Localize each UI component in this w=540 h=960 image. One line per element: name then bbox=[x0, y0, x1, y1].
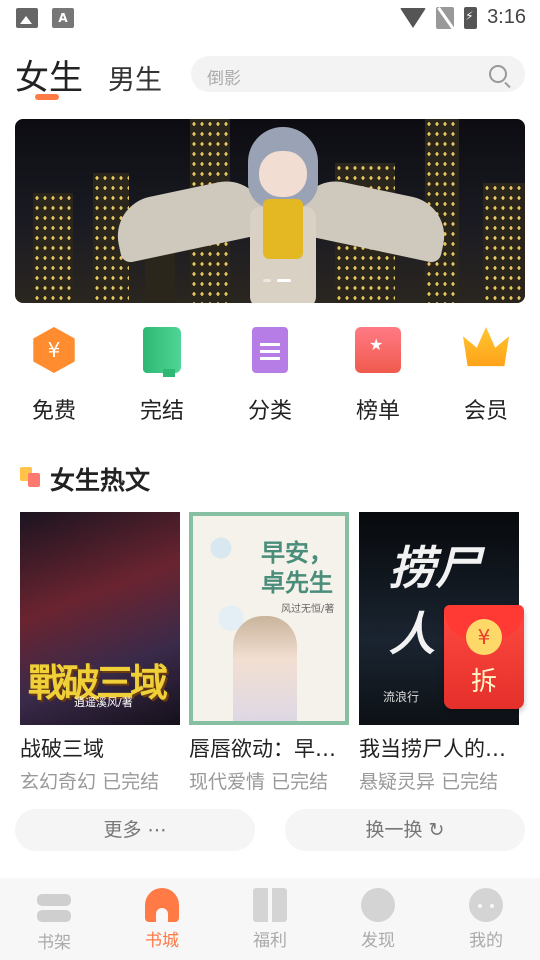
book-meta: 悬疑灵异 已完结 bbox=[359, 771, 499, 793]
category-ranking[interactable]: 榜单 bbox=[324, 322, 432, 425]
book-title[interactable]: 战破三域 bbox=[20, 733, 180, 763]
search-icon[interactable] bbox=[489, 65, 507, 83]
book-cover[interactable]: 早安，卓先生 风过无恒/著 bbox=[189, 512, 349, 725]
yuan-coin-icon: ¥ bbox=[466, 619, 502, 655]
section-title: 女生热文 bbox=[50, 466, 151, 495]
document-list-icon bbox=[252, 327, 288, 373]
book-meta: 现代爱情 已完结 bbox=[189, 771, 329, 793]
book-meta: 玄幻奇幻 已完结 bbox=[20, 771, 160, 793]
discover-icon bbox=[361, 888, 395, 922]
nav-discover[interactable]: 发现 bbox=[324, 888, 432, 951]
promo-banner[interactable] bbox=[15, 119, 525, 303]
search-placeholder: 倒影 bbox=[207, 69, 241, 89]
crown-icon bbox=[463, 327, 509, 367]
more-button[interactable]: 更多 ⋯ bbox=[15, 809, 255, 851]
banner-pager bbox=[263, 279, 291, 282]
book-cover[interactable]: 戰破三域 逍遥溪风/著 bbox=[20, 512, 180, 725]
coin-hexagon-icon: ¥ bbox=[33, 327, 75, 373]
nav-bookstore[interactable]: 书城 bbox=[108, 888, 216, 951]
category-vip[interactable]: 会员 bbox=[432, 322, 540, 425]
wifi-icon bbox=[400, 7, 427, 28]
book-card[interactable]: 戰破三域 逍遥溪风/著 战破三域 玄幻奇幻 已完结 bbox=[20, 512, 182, 794]
status-bar: A 3:16 bbox=[0, 0, 540, 36]
bookstore-icon bbox=[145, 888, 179, 922]
tab-female[interactable]: 女生 bbox=[15, 50, 83, 99]
battery-charging-icon bbox=[464, 6, 478, 29]
status-time: 3:16 bbox=[487, 6, 526, 28]
no-sim-icon bbox=[436, 6, 455, 29]
nav-bookshelf[interactable]: 书架 bbox=[0, 888, 108, 953]
gift-icon bbox=[253, 888, 287, 922]
category-completed[interactable]: 完结 bbox=[108, 322, 216, 425]
category-grid: ¥ 免费 完结 分类 榜单 会员 bbox=[0, 322, 540, 432]
ranking-card-icon bbox=[355, 327, 401, 373]
profile-icon bbox=[469, 888, 503, 922]
green-book-icon bbox=[143, 327, 181, 377]
red-packet-button[interactable]: ¥ 拆 bbox=[444, 605, 524, 709]
bookshelf-icon bbox=[37, 894, 71, 906]
nav-welfare[interactable]: 福利 bbox=[216, 888, 324, 951]
book-title[interactable]: 唇唇欲动：早安，卓先生 bbox=[189, 733, 349, 763]
search-input[interactable]: 倒影 bbox=[191, 56, 525, 92]
book-card[interactable]: 早安，卓先生 风过无恒/著 唇唇欲动：早安，卓先生 现代爱情 已完结 bbox=[189, 512, 351, 794]
red-packet-label: 拆 bbox=[470, 667, 497, 697]
nav-profile[interactable]: 我的 bbox=[432, 888, 540, 951]
top-header: 女生 男生 倒影 bbox=[0, 44, 540, 104]
image-icon bbox=[16, 8, 38, 28]
apk-icon: A bbox=[52, 8, 74, 28]
bottom-nav: 书架 书城 福利 发现 我的 bbox=[0, 878, 540, 960]
refresh-button[interactable]: 换一换 ↻ bbox=[285, 809, 525, 851]
tab-male[interactable]: 男生 bbox=[108, 58, 162, 97]
category-free[interactable]: ¥ 免费 bbox=[0, 322, 108, 425]
book-title[interactable]: 我当捞尸人的那些年 bbox=[359, 733, 519, 763]
category-classify[interactable]: 分类 bbox=[216, 322, 324, 425]
active-tab-indicator bbox=[35, 94, 59, 100]
